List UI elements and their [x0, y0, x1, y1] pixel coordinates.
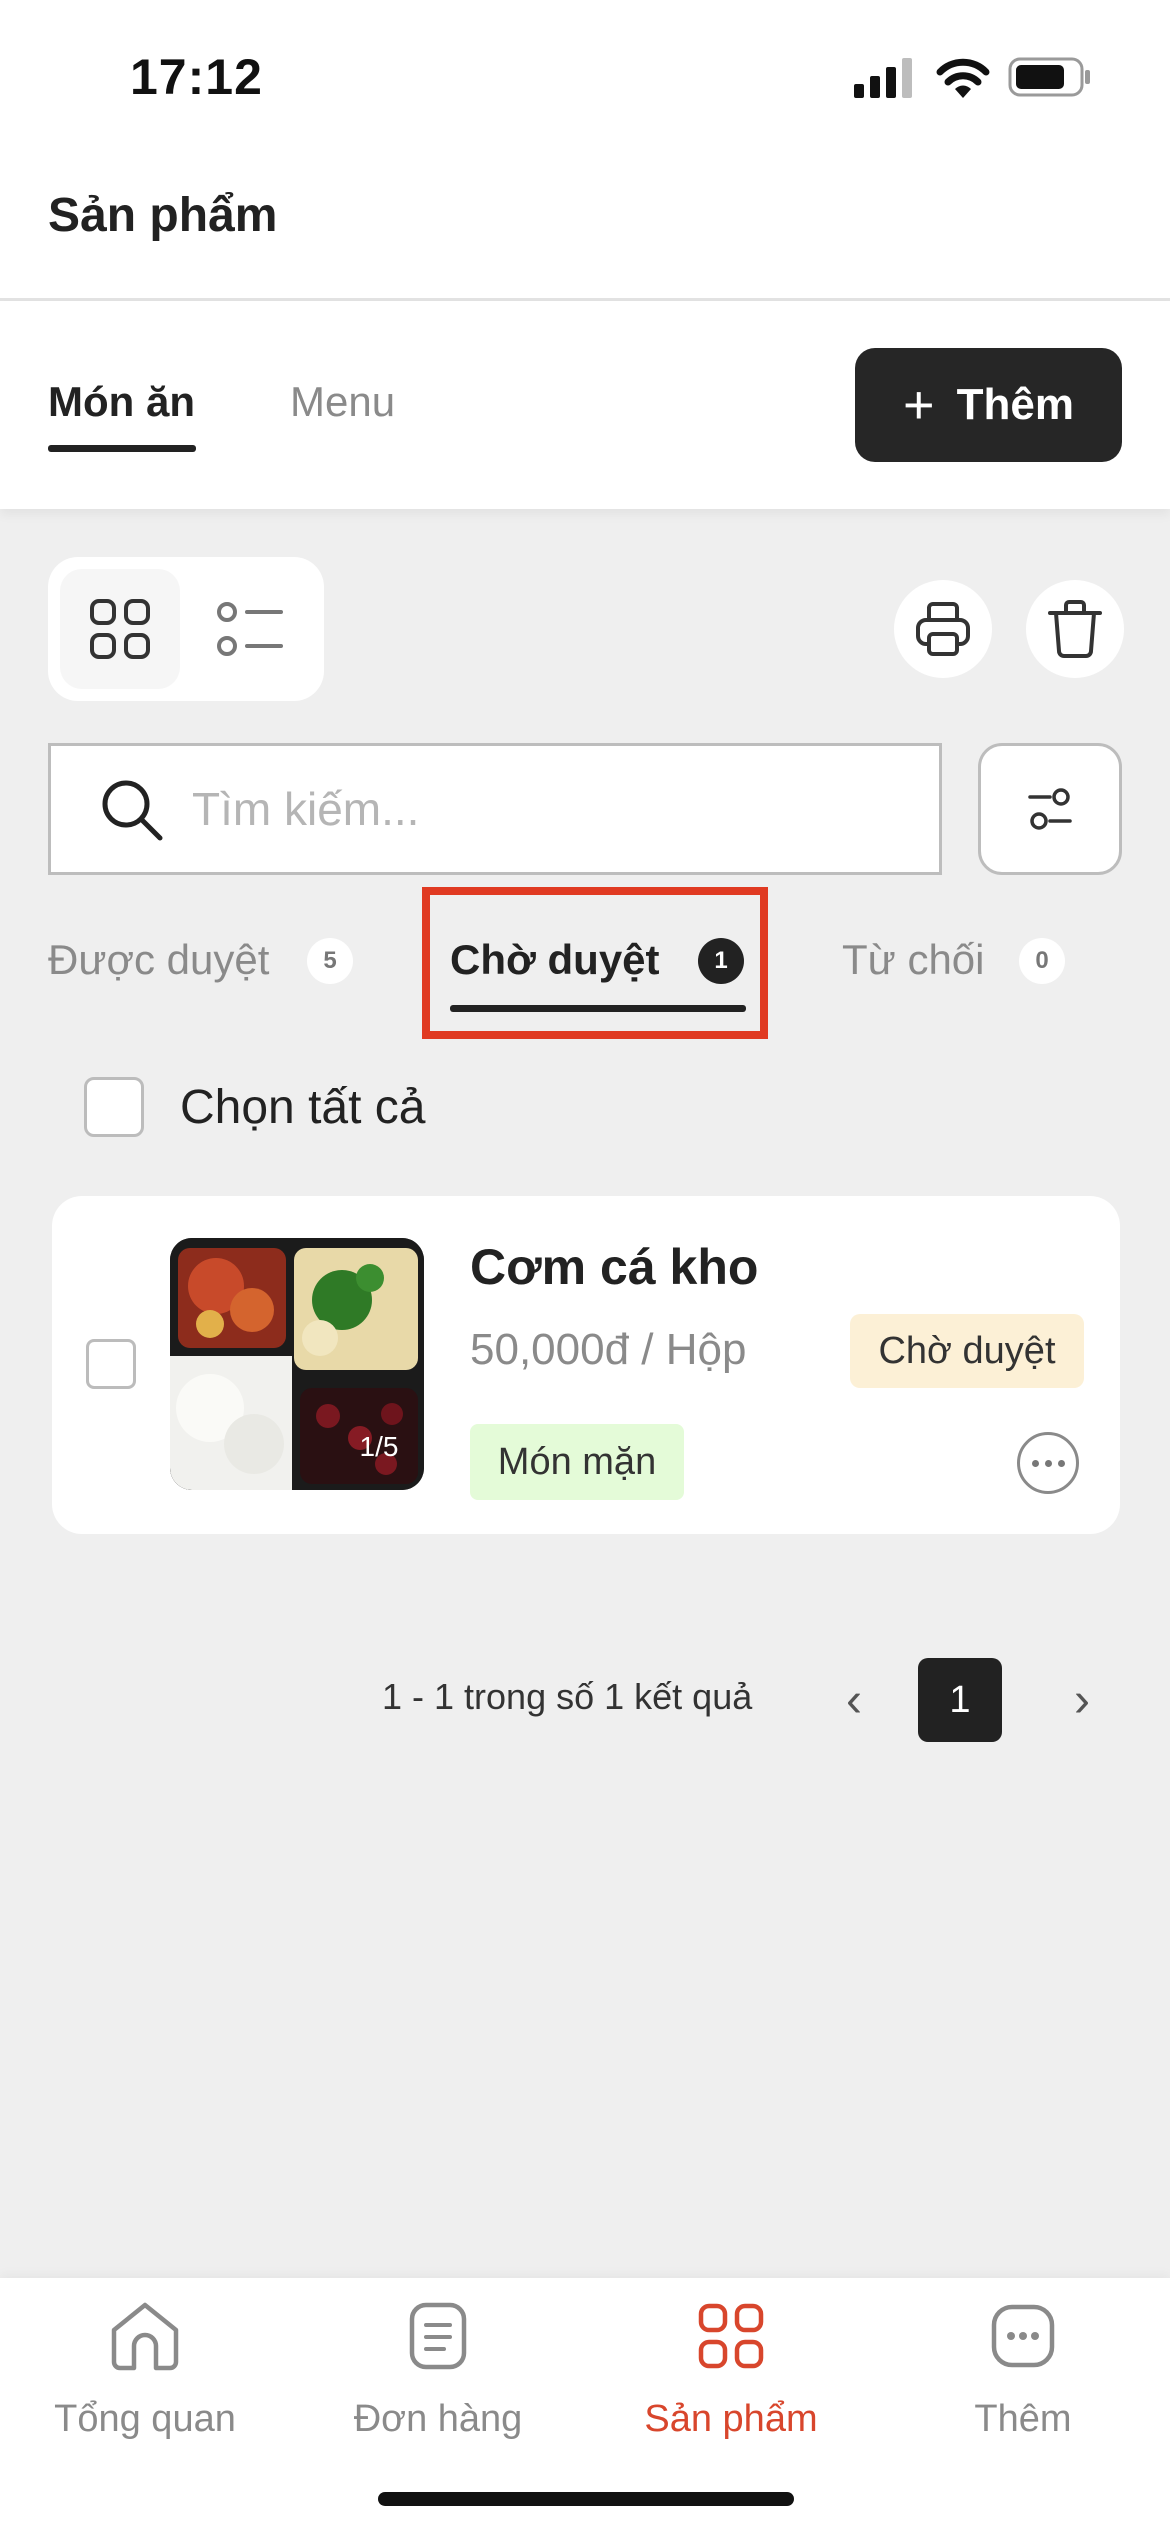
highlight-annotation-box	[422, 887, 768, 1039]
add-product-button[interactable]: + Thêm	[855, 348, 1122, 462]
status-tab-approved[interactable]: Được duyệt	[48, 936, 269, 984]
approved-count-badge: 5	[307, 938, 353, 984]
filter-icon	[1028, 788, 1072, 830]
category-tag: Món mặn	[470, 1424, 684, 1500]
product-name: Cơm cá kho	[470, 1239, 759, 1295]
print-icon	[916, 602, 970, 656]
next-page-button[interactable]: ›	[1062, 1670, 1102, 1730]
nav-orders-label: Đơn hàng	[353, 2398, 523, 2440]
filter-button[interactable]	[978, 743, 1122, 875]
select-all-label: Chọn tất cả	[180, 1081, 426, 1134]
products-icon	[691, 2296, 771, 2376]
page-title: Sản phẩm	[48, 189, 278, 242]
select-all-checkbox[interactable]	[84, 1077, 144, 1137]
status-bar-time: 17:12	[130, 49, 263, 105]
orders-icon	[398, 2296, 478, 2376]
nav-products[interactable]: Sản phẩm	[606, 2296, 856, 2446]
nav-more-label: Thêm	[974, 2398, 1072, 2440]
product-checkbox[interactable]	[86, 1339, 136, 1389]
wifi-icon	[936, 56, 990, 98]
status-badge: Chờ duyệt	[850, 1314, 1084, 1388]
more-icon	[983, 2296, 1063, 2376]
nav-orders[interactable]: Đơn hàng	[313, 2296, 563, 2446]
search-input[interactable]	[192, 776, 912, 842]
battery-icon	[1008, 56, 1092, 98]
cellular-signal-icon	[854, 58, 914, 98]
more-dot	[1031, 1459, 1039, 1467]
grid-view-button[interactable]	[60, 569, 180, 689]
current-page-button[interactable]: 1	[918, 1658, 1002, 1742]
more-options-button[interactable]	[1017, 1432, 1079, 1494]
status-tab-rejected[interactable]: Từ chối	[842, 936, 985, 984]
header-background	[0, 0, 1170, 298]
trash-icon	[1048, 600, 1102, 658]
grid-view-icon	[90, 599, 150, 659]
nav-overview[interactable]: Tổng quan	[20, 2296, 270, 2446]
plus-icon: +	[903, 375, 935, 435]
list-view-icon	[217, 602, 283, 656]
add-button-label: Thêm	[956, 380, 1074, 429]
print-button[interactable]	[894, 580, 992, 678]
nav-more[interactable]: Thêm	[898, 2296, 1148, 2446]
previous-page-button[interactable]: ‹	[834, 1670, 874, 1730]
image-counter: 1/5	[359, 1431, 399, 1462]
search-icon	[100, 778, 164, 842]
product-price: 50,000đ / Hộp	[470, 1325, 747, 1374]
delete-button[interactable]	[1026, 580, 1124, 678]
nav-overview-label: Tổng quan	[54, 2398, 236, 2440]
more-dot	[1057, 1459, 1065, 1467]
pagination-summary: 1 - 1 trong số 1 kết quả	[382, 1676, 753, 1717]
active-tab-underline	[48, 445, 196, 452]
tab-menu[interactable]: Menu	[290, 378, 395, 426]
list-view-button[interactable]	[190, 569, 310, 689]
rejected-count-badge: 0	[1019, 938, 1065, 984]
more-dot	[1044, 1459, 1052, 1467]
nav-products-label: Sản phẩm	[644, 2398, 818, 2440]
home-icon	[105, 2296, 185, 2376]
tab-food[interactable]: Món ăn	[48, 378, 195, 426]
home-indicator	[378, 2492, 794, 2506]
